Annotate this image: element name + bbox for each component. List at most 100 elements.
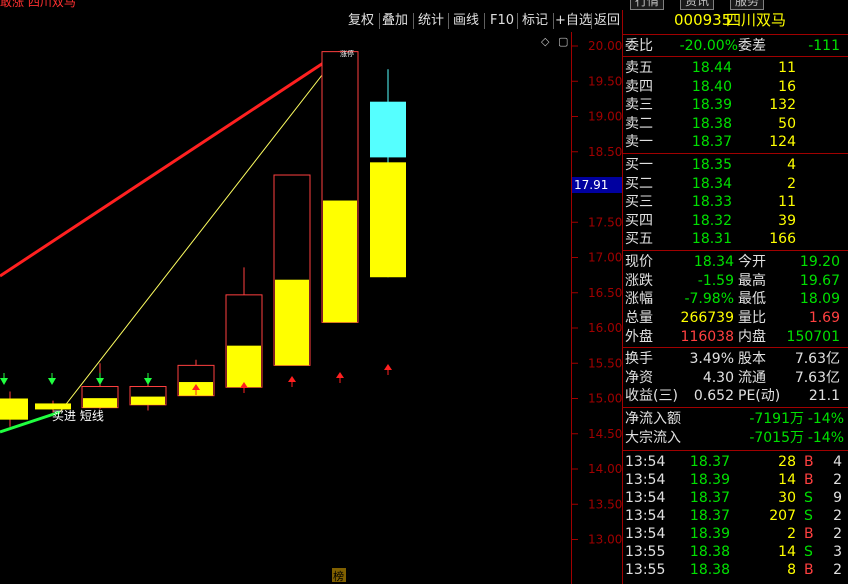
y-axis-line [571,32,572,584]
bid-volume: 11 [778,194,796,210]
tick-row[interactable]: 13:54 18.39 2 B 2 [622,525,848,543]
quote-value: 116038 [680,328,734,345]
quote-value: 19.20 [799,254,840,270]
y-tick-label: 13.00 [588,533,622,547]
bid-row[interactable]: 买五 18.31 166 [622,230,848,248]
divider [591,13,592,29]
quote-label: 量比 [738,310,766,327]
tab-quote[interactable]: 行情 [630,0,665,10]
tick-side: B [804,562,814,578]
tick-row[interactable]: 13:54 18.37 207 S 2 [622,507,848,525]
quote-row: 现价 18.34 今开 19.20 [622,253,848,271]
tick-time: 13:55 [625,544,666,560]
bid-volume: 39 [778,212,796,229]
divider [553,13,554,29]
tick-row[interactable]: 13:55 18.38 14 S 3 [622,543,848,561]
tick-count: 2 [833,526,842,542]
statistics-button[interactable]: 统计 [418,11,444,30]
restore-rights-button[interactable]: 复权 [348,11,374,30]
candlestick-chart[interactable]: 20.0019.5019.0018.5018.0017.5017.0016.50… [0,32,622,584]
ask-row[interactable]: 卖四 18.40 16 [622,78,848,96]
bid-price: 18.31 [691,231,732,247]
ask-row[interactable]: 卖一 18.37 124 [622,133,848,151]
tick-volume: 14 [778,472,796,488]
f10-button[interactable]: F10 [490,11,514,30]
y-tick-label: 16.00 [588,321,622,335]
quote-label: 内盘 [738,328,766,345]
bid-row[interactable]: 买二 18.34 2 [622,175,848,193]
fund-value: 7.63亿 [794,351,840,367]
mark-button[interactable]: 标记 [522,11,548,30]
tick-row[interactable]: 13:54 18.37 28 B 4 [622,453,848,471]
fund-label: 净资 [625,369,653,386]
quote-value: 266739 [680,310,734,327]
tick-price: 18.39 [689,526,730,542]
chart-toolbar: 复权 叠加 统计 画线 F10 标记 +自选 返回 [0,10,622,32]
buy-signal-label: 买进 短线 [52,409,104,423]
flow-value: -7015万 [749,430,804,446]
y-tick-label: 19.00 [588,110,622,124]
ask-level-label: 卖二 [625,115,653,132]
tick-volume: 28 [778,454,796,470]
bid-row[interactable]: 买四 18.32 39 [622,212,848,230]
ask-volume: 11 [778,60,796,76]
quote-value: 150701 [786,328,840,345]
divider [622,250,848,251]
rank-badge-label: 榜 [333,569,344,583]
quote-label: 外盘 [625,328,653,345]
y-tick-label: 14.50 [588,427,622,441]
tick-volume: 14 [778,544,796,560]
tick-time: 13:54 [625,508,666,524]
tick-side: B [804,454,814,470]
fund-label: 股本 [738,351,766,367]
ask-price: 18.38 [691,115,732,132]
tick-count: 4 [833,454,842,470]
bid-level-label: 买五 [625,231,653,247]
bid-price: 18.33 [691,194,732,210]
tick-row[interactable]: 13:55 18.38 8 B 2 [622,561,848,579]
flow-value: -7191万 [749,411,804,427]
add-favorite-button[interactable]: +自选 [555,11,592,30]
tick-time: 13:54 [625,472,666,488]
y-tick-label: 13.50 [588,497,622,511]
bid-level-label: 买四 [625,212,653,229]
back-button[interactable]: 返回 [594,11,620,30]
tab-news[interactable]: 资讯 [680,0,715,10]
quote-label: 涨跌 [625,272,653,289]
ask-volume: 132 [769,97,796,113]
ask-price: 18.40 [691,78,732,95]
bid-row[interactable]: 买三 18.33 11 [622,193,848,211]
tab-service[interactable]: 服务 [730,0,765,10]
fund-row: 净资 4.30 流通 7.63亿 [622,369,848,387]
y-tick-label: 15.00 [588,392,622,406]
ask-price: 18.44 [691,60,732,76]
quote-value: 18.09 [799,291,840,308]
candle-volume-fill [83,398,117,408]
tick-row[interactable]: 13:54 18.39 14 B 2 [622,471,848,489]
draw-line-button[interactable]: 画线 [453,11,479,30]
bid-row[interactable]: 买一 18.35 4 [622,156,848,174]
overlay-button[interactable]: 叠加 [382,11,408,30]
tick-price: 18.38 [689,562,730,578]
weicha-value: -111 [808,38,840,54]
divider [622,347,848,348]
current-price-tag: 17.91 [572,177,622,193]
fund-label: 换手 [625,351,653,367]
divider [622,56,848,57]
flow-pct: -14% [807,411,844,427]
quote-value: 1.69 [808,310,840,327]
ask-row[interactable]: 卖二 18.38 50 [622,115,848,133]
y-tick-label: 15.50 [588,356,622,370]
quote-row: 外盘 116038 内盘 150701 [622,328,848,346]
bid-level-label: 买二 [625,175,653,192]
bid-price: 18.32 [691,212,732,229]
square-icon[interactable]: ▢ [558,35,568,48]
quote-value: -1.59 [697,272,734,289]
ask-row[interactable]: 卖三 18.39 132 [622,96,848,114]
tick-row[interactable]: 13:54 18.37 30 S 9 [622,489,848,507]
fund-row: 换手 3.49% 股本 7.63亿 [622,350,848,368]
y-tick-label: 17.00 [588,251,622,265]
ask-row[interactable]: 卖五 18.44 11 [622,59,848,77]
tick-time: 13:55 [625,562,666,578]
diamond-icon[interactable]: ◇ [541,35,550,48]
